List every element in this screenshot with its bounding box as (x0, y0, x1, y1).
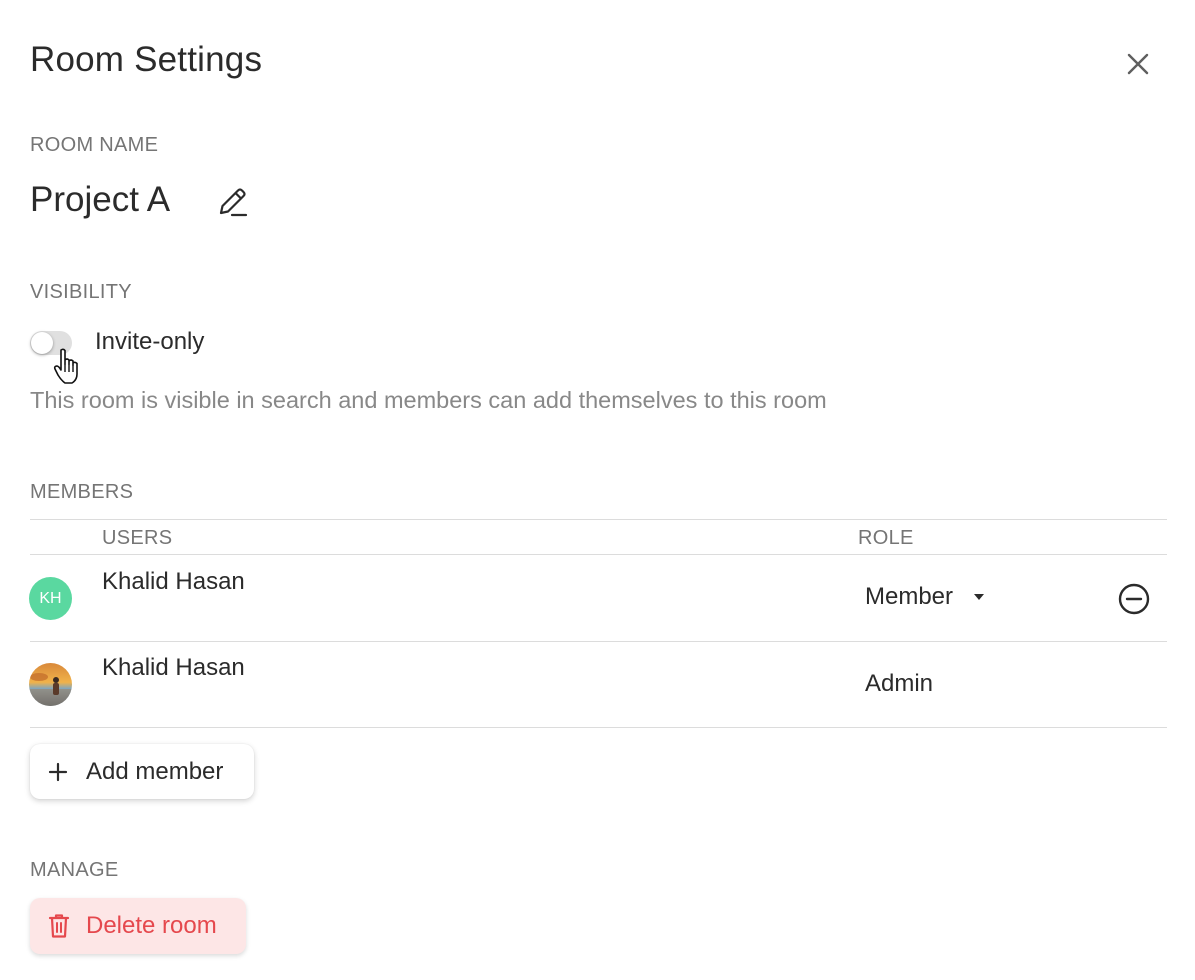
users-column-header: USERS (102, 527, 173, 549)
divider (30, 554, 1167, 555)
minus-circle-icon (1118, 583, 1150, 615)
delete-room-label: Delete room (86, 912, 217, 939)
edit-room-name-button[interactable] (212, 182, 252, 222)
invite-only-label: Invite-only (95, 328, 205, 355)
remove-member-button[interactable] (1114, 579, 1154, 619)
divider (30, 519, 1167, 520)
pencil-icon (219, 188, 248, 217)
dialog-title: Room Settings (30, 40, 263, 79)
members-label: MEMBERS (30, 481, 134, 503)
visibility-description: This room is visible in search and membe… (30, 387, 827, 413)
toggle-knob (31, 332, 53, 354)
avatar (29, 663, 72, 706)
add-member-button[interactable]: Add member (30, 744, 254, 799)
member-name: Khalid Hasan (102, 568, 245, 595)
close-button[interactable] (1118, 44, 1158, 84)
hand-cursor-icon (53, 348, 78, 384)
avatar: KH (29, 577, 72, 620)
close-icon (1127, 53, 1149, 75)
divider (30, 727, 1167, 728)
user-photo (29, 663, 72, 706)
divider (30, 641, 1167, 642)
member-role: Admin (865, 670, 934, 697)
role-dropdown[interactable]: Member (865, 583, 985, 611)
room-name-value: Project A (30, 180, 171, 219)
room-name-label: ROOM NAME (30, 134, 159, 156)
role-column-header: ROLE (858, 527, 914, 549)
caret-down-icon (974, 594, 985, 600)
trash-icon (48, 914, 70, 938)
delete-room-button[interactable]: Delete room (30, 898, 246, 954)
room-settings-dialog: Room Settings ROOM NAME Project A VISIBI… (0, 0, 1195, 980)
role-dropdown-value: Member (865, 583, 954, 610)
plus-icon (48, 762, 68, 781)
member-name: Khalid Hasan (102, 654, 245, 681)
manage-label: MANAGE (30, 859, 119, 881)
add-member-label: Add member (86, 757, 224, 785)
visibility-label: VISIBILITY (30, 281, 132, 303)
